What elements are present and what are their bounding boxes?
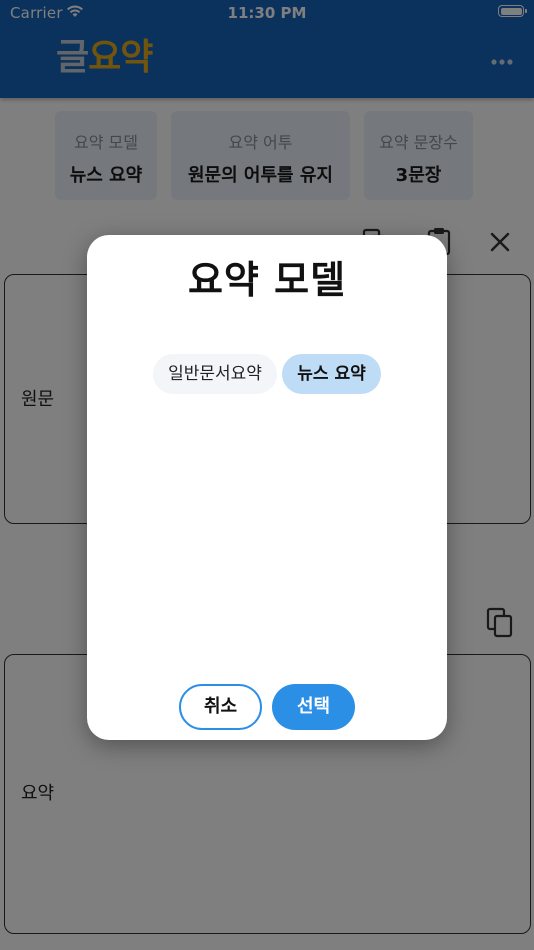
option-general-summary[interactable]: 일반문서요약	[153, 354, 277, 394]
option-news-summary[interactable]: 뉴스 요약	[282, 354, 381, 394]
cancel-button[interactable]: 취소	[179, 684, 262, 730]
model-select-dialog: 요약 모델 일반문서요약 뉴스 요약 취소 선택	[87, 235, 447, 740]
app-screen: Carrier 11:30 PM 글요약 요약 모델 뉴스 요약 요약 어투 원…	[0, 0, 534, 950]
select-button[interactable]: 선택	[272, 684, 355, 730]
dialog-title: 요약 모델	[187, 258, 347, 302]
